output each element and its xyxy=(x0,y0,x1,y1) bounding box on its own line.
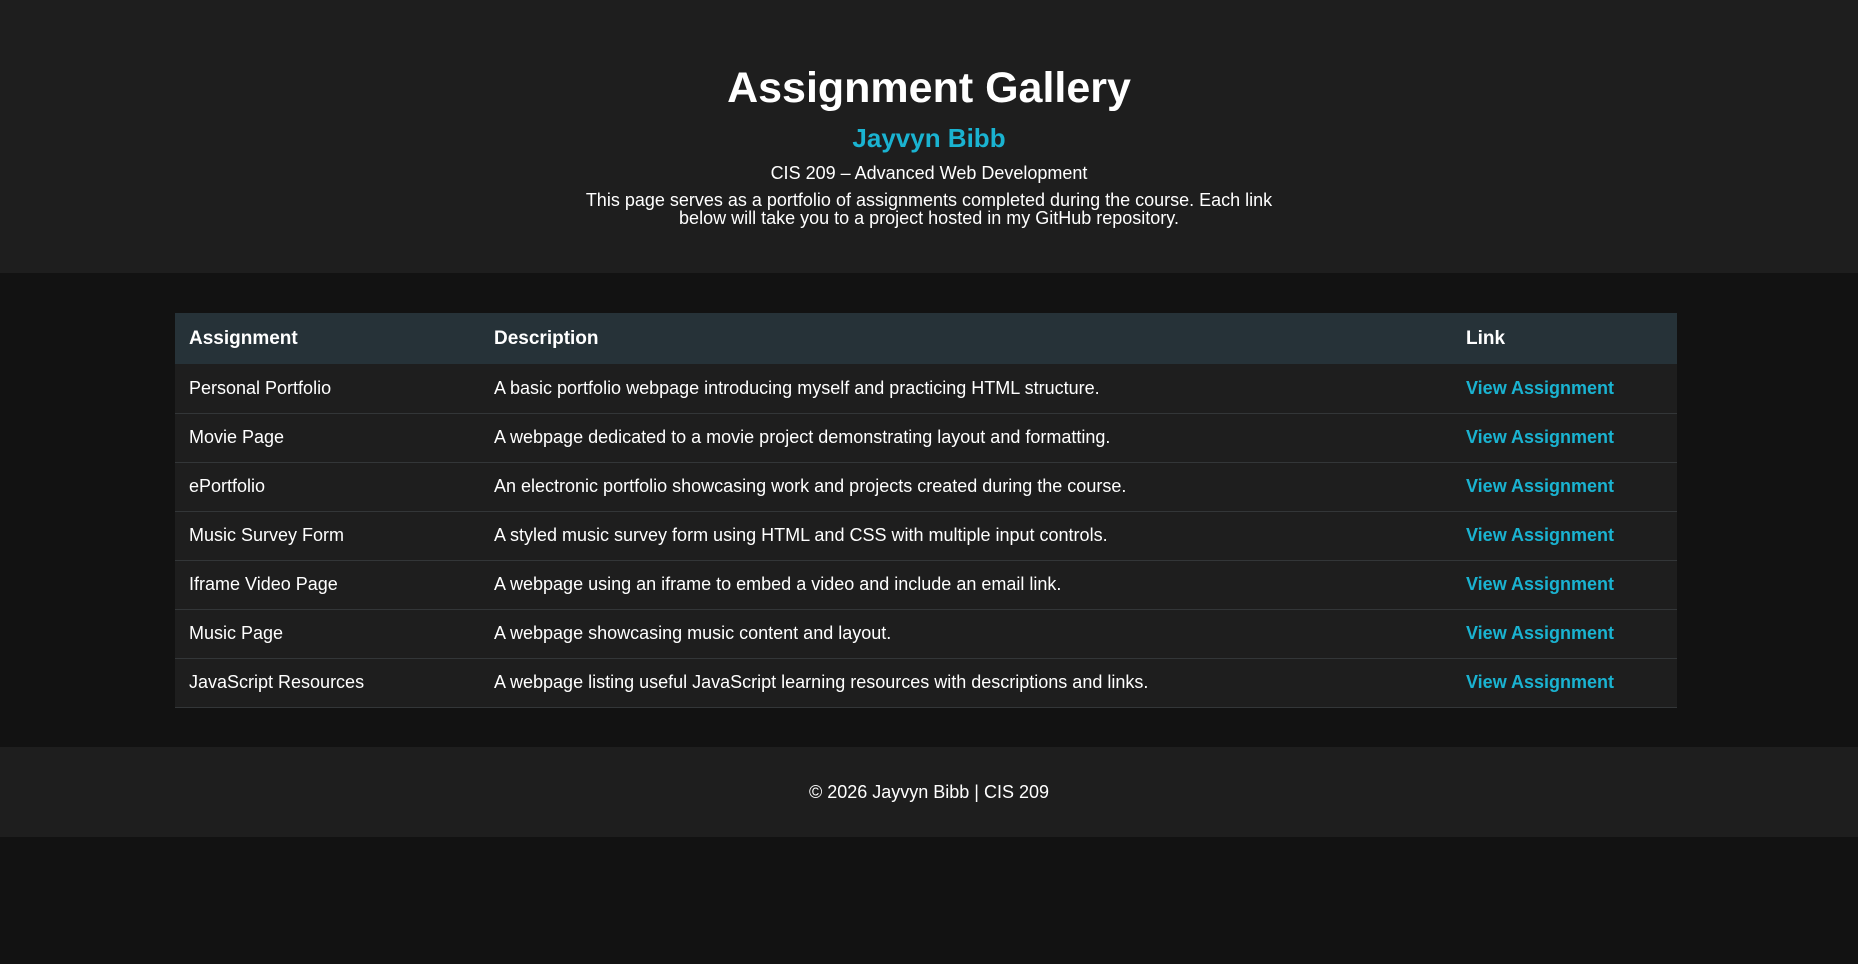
view-assignment-link[interactable]: View Assignment xyxy=(1466,672,1614,692)
table-row: Movie Page A webpage dedicated to a movi… xyxy=(175,413,1677,462)
assignments-table: Assignment Description Link Personal Por… xyxy=(175,313,1677,708)
assignment-name: Iframe Video Page xyxy=(189,574,338,594)
link-cell: View Assignment xyxy=(1452,560,1677,609)
table-row: Personal Portfolio A basic portfolio web… xyxy=(175,364,1677,413)
link-cell: View Assignment xyxy=(1452,511,1677,560)
view-assignment-link[interactable]: View Assignment xyxy=(1466,378,1614,398)
view-assignment-link[interactable]: View Assignment xyxy=(1466,525,1614,545)
page-header: Assignment Gallery Jayvyn Bibb CIS 209 –… xyxy=(0,0,1858,273)
link-cell: View Assignment xyxy=(1452,364,1677,413)
intro-text: This page serves as a portfolio of assig… xyxy=(585,190,1273,228)
link-cell: View Assignment xyxy=(1452,609,1677,658)
column-header-assignment: Assignment xyxy=(189,327,298,349)
assignment-name: Movie Page xyxy=(189,427,285,447)
link-cell: View Assignment xyxy=(1452,462,1677,511)
main-content: Assignment Description Link Personal Por… xyxy=(0,273,1858,747)
table-body: Personal Portfolio A basic portfolio web… xyxy=(175,364,1677,707)
page-footer: © 2026 Jayvyn Bibb | CIS 209 xyxy=(0,747,1858,837)
assignment-description: A webpage showcasing music content and l… xyxy=(494,623,892,643)
assignment-name: JavaScript Resources xyxy=(189,672,365,692)
course-name: CIS 209 – Advanced Web Development xyxy=(770,163,1088,183)
assignment-description: An electronic portfolio showcasing work … xyxy=(494,476,1127,496)
table-header: Assignment Description Link xyxy=(175,313,1677,364)
link-cell: View Assignment xyxy=(1452,658,1677,707)
table-row: Music Survey Form A styled music survey … xyxy=(175,511,1677,560)
table-row: Iframe Video Page A webpage using an ifr… xyxy=(175,560,1677,609)
table-row: ePortfolio An electronic portfolio showc… xyxy=(175,462,1677,511)
assignment-description: A webpage listing useful JavaScript lear… xyxy=(494,672,1149,692)
assignment-name: Music Survey Form xyxy=(189,525,345,545)
column-header-link: Link xyxy=(1466,327,1506,349)
assignment-description: A webpage dedicated to a movie project d… xyxy=(494,427,1111,447)
view-assignment-link[interactable]: View Assignment xyxy=(1466,623,1614,643)
assignment-description: A styled music survey form using HTML an… xyxy=(494,525,1108,545)
column-header-description: Description xyxy=(494,327,599,349)
view-assignment-link[interactable]: View Assignment xyxy=(1466,427,1614,447)
assignment-name: Music Page xyxy=(189,623,284,643)
table-row: JavaScript Resources A webpage listing u… xyxy=(175,658,1677,707)
assignment-description: A basic portfolio webpage introducing my… xyxy=(494,377,1100,398)
author-name: Jayvyn Bibb xyxy=(852,123,1006,153)
table-row: Music Page A webpage showcasing music co… xyxy=(175,609,1677,658)
assignment-description: A webpage using an iframe to embed a vid… xyxy=(494,574,1062,594)
link-cell: View Assignment xyxy=(1452,413,1677,462)
table-header-row: Assignment Description Link xyxy=(175,313,1677,364)
footer-text: © 2026 Jayvyn Bibb | CIS 209 xyxy=(808,782,1050,802)
view-assignment-link[interactable]: View Assignment xyxy=(1466,574,1614,594)
assignment-name: ePortfolio xyxy=(189,476,266,496)
assignment-name: Personal Portfolio xyxy=(189,377,332,398)
view-assignment-link[interactable]: View Assignment xyxy=(1466,476,1614,496)
page-title: Assignment Gallery xyxy=(727,64,1131,112)
